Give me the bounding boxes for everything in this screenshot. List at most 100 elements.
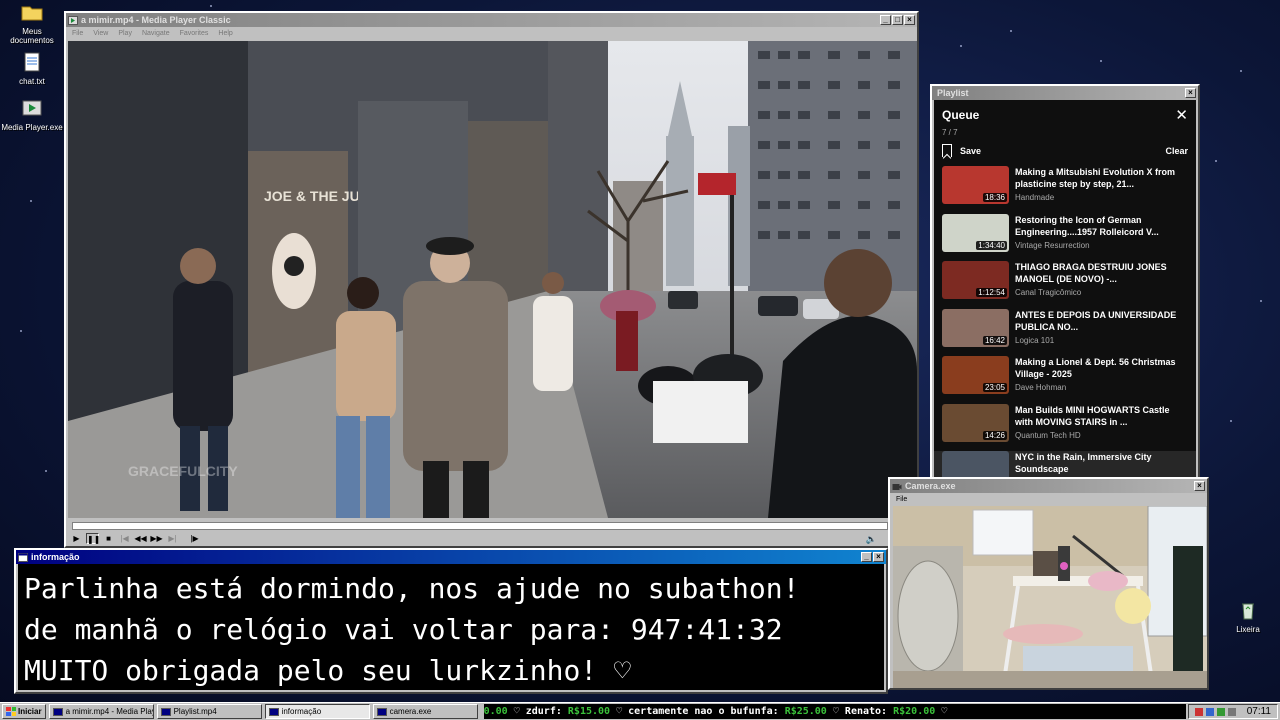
queue-item[interactable]: 14:26 Man Builds MINI HOGWARTS Castle wit… (942, 403, 1188, 452)
save-button[interactable]: Save (942, 144, 981, 157)
queue-item[interactable]: 1:34:40 Restoring the Icon of German Engi… (942, 213, 1188, 262)
queue-item[interactable]: 1:12:54 THIAGO BRAGA DESTRUIU JONES MANOE… (942, 261, 1188, 309)
fast-forward-button[interactable]: ▶▶ (150, 533, 163, 544)
channel-name: Canal Tragicômico (1015, 288, 1082, 297)
info-message: Parlinha está dormindo, nos ajude no sub… (18, 564, 884, 690)
system-tray: 07:11 (1187, 704, 1278, 719)
clear-button[interactable]: Clear (1165, 146, 1188, 156)
playlist-window[interactable]: Playlist × Queue ✕ 7 / 7 Save Clear 18:3… (930, 84, 1200, 484)
queue-item[interactable]: 18:36 Making a Mitsubishi Evolution X fro… (942, 166, 1188, 214)
camera-window[interactable]: Camera.exe × File (888, 477, 1209, 690)
desktop-icon-media-player[interactable]: Media Player.exe (0, 98, 64, 132)
playback-controls: ▶ ❚❚ ■ |◀ ◀◀ ▶▶ ▶| |▶ (70, 533, 201, 544)
minimize-button[interactable]: _ (861, 552, 872, 562)
camera-feed (893, 506, 1207, 688)
video-thumbnail: 1:12:54 (942, 261, 1009, 299)
taskbar-item-playlist[interactable]: Playlist.mp4 (156, 704, 262, 719)
donation-amount: R$15.00 (567, 706, 611, 717)
donation-amount: R$20.00 (893, 706, 936, 717)
menu-help[interactable]: Help (218, 30, 232, 37)
media-player-titlebar[interactable]: a mimir.mp4 - Media Player Classic _ □ × (66, 13, 917, 27)
video-title: THIAGO BRAGA DESTRUIU JONES MANOEL (DE N… (1015, 262, 1167, 284)
frame-step-button[interactable]: |▶ (188, 533, 201, 544)
video-title: Man Builds MINI HOGWARTS Castle with MOV… (1015, 404, 1170, 427)
video-duration: 23:05 (982, 383, 1007, 392)
menu-file[interactable]: File (896, 496, 907, 503)
desktop-icon-recycle-bin[interactable]: Lixeira (1216, 600, 1280, 634)
recycle-bin-icon (1242, 603, 1254, 620)
video-thumbnail: 1:34:40 (942, 213, 1009, 252)
media-player-window[interactable]: a mimir.mp4 - Media Player Classic _ □ ×… (64, 11, 919, 548)
previous-button[interactable]: |◀ (118, 533, 131, 544)
close-button[interactable]: × (873, 552, 884, 562)
close-button[interactable]: × (1194, 481, 1205, 491)
play-button[interactable]: ▶ (70, 533, 83, 544)
camera-icon (376, 707, 387, 716)
window-title: Playlist (937, 88, 969, 98)
close-icon[interactable]: ✕ (1175, 106, 1188, 124)
donation-amount: 0.00 (483, 706, 508, 717)
taskbar-item-camera[interactable]: camera.exe (372, 704, 478, 719)
menu-bar: File (890, 493, 1207, 505)
taskbar-item-info[interactable]: informação (264, 704, 370, 719)
window-icon (52, 707, 63, 716)
volume-icon[interactable] (1227, 707, 1236, 716)
media-player-icon (68, 15, 78, 25)
channel-name: Dave Hohman (1015, 383, 1067, 392)
minimize-button[interactable]: _ (880, 15, 891, 25)
menu-navigate[interactable]: Navigate (142, 30, 170, 37)
video-thumbnail: 14:26 (942, 403, 1009, 442)
volume-icon[interactable]: 🔈 (866, 534, 877, 545)
tray-icon[interactable] (1194, 707, 1203, 716)
close-button[interactable]: × (1185, 88, 1196, 98)
video-duration: 1:12:54 (976, 288, 1007, 297)
donor-name: Renato: (844, 706, 888, 717)
queue-list: 18:36 Making a Mitsubishi Evolution X fro… (934, 166, 1196, 480)
playlist-titlebar[interactable]: Playlist × (932, 86, 1198, 100)
video-title: ANTES E DEPOIS DA UNIVERSIDADE PUBLICA N… (1015, 309, 1177, 332)
channel-name: Vintage Resurrection (1015, 240, 1090, 250)
video-image: JOE & THE JUICE GRACEFULCITY (68, 41, 917, 518)
video-thumbnail: 18:36 (942, 166, 1009, 204)
video-frame[interactable]: JOE & THE JUICE GRACEFULCITY (68, 41, 917, 518)
queue-heading: Queue (942, 108, 980, 122)
bookmark-icon (942, 144, 952, 157)
taskbar-item-media-player[interactable]: a mimir.mp4 - Media Playe... (48, 704, 154, 719)
window-icon (268, 707, 279, 716)
menu-view[interactable]: View (93, 30, 108, 37)
video-title: NYC in the Rain, Immersive City Soundsca… (1015, 452, 1152, 474)
clock: 07:11 (1246, 706, 1271, 717)
stop-button[interactable]: ■ (102, 533, 115, 544)
menu-file[interactable]: File (72, 30, 83, 37)
seek-bar[interactable] (72, 522, 888, 530)
window-title: Camera.exe (905, 481, 956, 491)
desktop-icon-documents[interactable]: Meus documentos (0, 2, 64, 45)
taskbar: Iniciar a mimir.mp4 - Media Playe... Pla… (0, 702, 1280, 720)
maximize-button[interactable]: □ (892, 15, 903, 25)
info-window[interactable]: informação _ × Parlinha está dormindo, n… (14, 548, 888, 694)
info-titlebar[interactable]: informação _ × (16, 550, 886, 564)
rewind-button[interactable]: ◀◀ (134, 533, 147, 544)
window-title: informação (31, 552, 80, 562)
queue-item[interactable]: 16:42 ANTES E DEPOIS DA UNIVERSIDADE PUBL… (942, 308, 1188, 357)
tray-icon[interactable] (1205, 707, 1214, 716)
video-duration: 16:42 (982, 335, 1007, 345)
camera-titlebar[interactable]: Camera.exe × (890, 479, 1207, 493)
next-button[interactable]: ▶| (166, 533, 179, 544)
desktop-icon-chat[interactable]: chat.txt (0, 52, 64, 86)
queue-item[interactable]: NYC in the Rain, Immersive City Soundsca… (934, 451, 1196, 480)
video-thumbnail: 16:42 (942, 308, 1009, 347)
video-thumbnail: 23:05 (942, 356, 1009, 394)
close-button[interactable]: × (904, 15, 915, 25)
start-label: Iniciar (18, 707, 42, 716)
channel-name: Logica 101 (1015, 335, 1055, 345)
channel-name: Quantum Tech HD (1015, 430, 1081, 440)
queue-count: 7 / 7 (942, 128, 958, 137)
window-icon (18, 552, 28, 562)
tray-icon[interactable] (1216, 707, 1225, 716)
start-button[interactable]: Iniciar (2, 704, 46, 719)
pause-button[interactable]: ❚❚ (86, 533, 100, 544)
queue-item[interactable]: 23:05 Making a Lionel & Dept. 56 Christma… (942, 356, 1188, 404)
menu-play[interactable]: Play (118, 30, 132, 37)
menu-favorites[interactable]: Favorites (180, 30, 209, 37)
